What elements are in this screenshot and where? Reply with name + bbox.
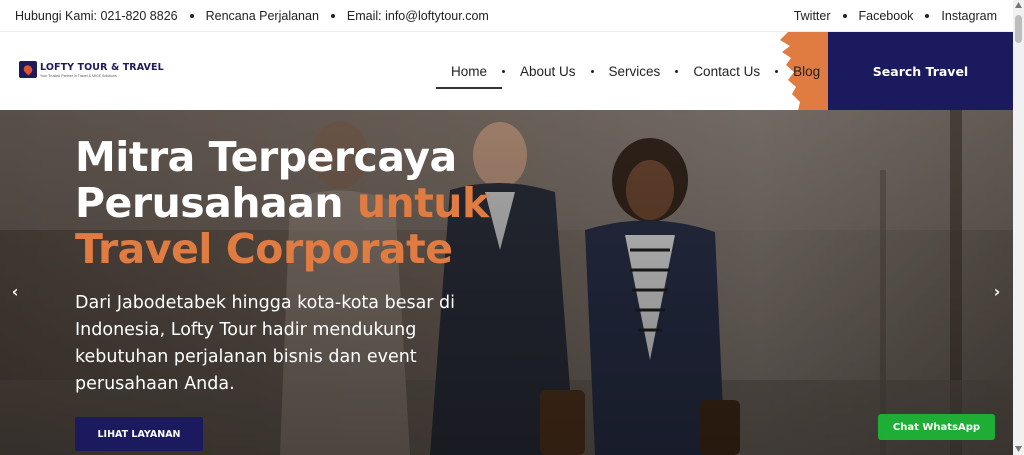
nav-item-label: Contact Us <box>693 64 761 79</box>
separator-dot <box>925 13 930 18</box>
chevron-left-icon[interactable]: ‹ <box>6 282 24 301</box>
whatsapp-chat-button[interactable]: Chat WhatsApp <box>878 414 995 440</box>
view-services-button[interactable]: LIHAT LAYANAN <box>75 417 203 451</box>
hero-heading-line-3: Travel Corporate <box>75 225 453 273</box>
page-scrollbar[interactable] <box>1013 0 1024 455</box>
nav-item-home[interactable]: Home <box>436 32 503 111</box>
nav-item-about-us[interactable]: About Us <box>505 32 591 111</box>
email-link[interactable]: Email: info@loftytour.com <box>347 9 489 23</box>
logo-icon <box>19 61 37 78</box>
search-travel-button[interactable]: Search Travel <box>828 32 1013 111</box>
nav-item-blog[interactable]: Blog <box>778 32 835 111</box>
top-bar: Hubungi Kami: 021-820 8826 Rencana Perja… <box>0 0 1013 31</box>
separator-dot <box>189 13 194 18</box>
page: Hubungi Kami: 021-820 8826 Rencana Perja… <box>0 0 1024 455</box>
separator-dot <box>330 13 335 18</box>
hero-description: Dari Jabodetabek hingga kota-kota besar … <box>75 293 456 394</box>
phone-link[interactable]: Hubungi Kami: 021-820 8826 <box>15 9 178 23</box>
contact-info: Hubungi Kami: 021-820 8826 Rencana Perja… <box>15 9 489 23</box>
hero-heading-part: Perusahaan <box>75 179 357 227</box>
main-header: LOFTY TOUR & TRAVEL Your Trusted Partner… <box>0 31 1013 111</box>
chevron-right-icon[interactable]: › <box>988 282 1006 301</box>
nav-item-label: Services <box>608 64 661 79</box>
main-nav: Home About Us Services Contact Us Blog <box>436 32 835 111</box>
logo-tagline: Your Trusted Partner in Travel & MICE So… <box>40 73 117 78</box>
logo-text: LOFTY TOUR & TRAVEL Your Trusted Partner… <box>40 62 164 78</box>
scrollbar-thumb[interactable] <box>1015 15 1022 43</box>
hero-heading: Mitra Terpercaya Perusahaan untuk Travel… <box>75 134 489 272</box>
scroll-up-arrow-icon[interactable] <box>1015 2 1022 8</box>
hero-heading-line-2: Perusahaan untuk <box>75 180 489 226</box>
twitter-link[interactable]: Twitter <box>794 9 831 23</box>
instagram-link[interactable]: Instagram <box>941 9 997 23</box>
facebook-link[interactable]: Facebook <box>859 9 914 23</box>
nav-item-services[interactable]: Services <box>594 32 676 111</box>
nav-item-label: About Us <box>520 64 576 79</box>
nav-item-label: Home <box>451 64 488 79</box>
travel-plan-link[interactable]: Rencana Perjalanan <box>206 9 319 23</box>
hero-slider: Mitra Terpercaya Perusahaan untuk Travel… <box>0 110 1013 455</box>
nav-item-label: Blog <box>793 64 821 79</box>
hero-heading-accent: untuk <box>356 179 489 227</box>
nav-item-contact-us[interactable]: Contact Us <box>678 32 775 111</box>
site-logo[interactable]: LOFTY TOUR & TRAVEL Your Trusted Partner… <box>19 61 164 78</box>
social-links: Twitter Facebook Instagram <box>794 9 997 23</box>
scroll-down-arrow-icon[interactable] <box>1015 446 1022 452</box>
hero-heading-line-1: Mitra Terpercaya <box>75 133 457 181</box>
separator-dot <box>842 13 847 18</box>
logo-title: LOFTY TOUR & TRAVEL <box>40 61 164 73</box>
